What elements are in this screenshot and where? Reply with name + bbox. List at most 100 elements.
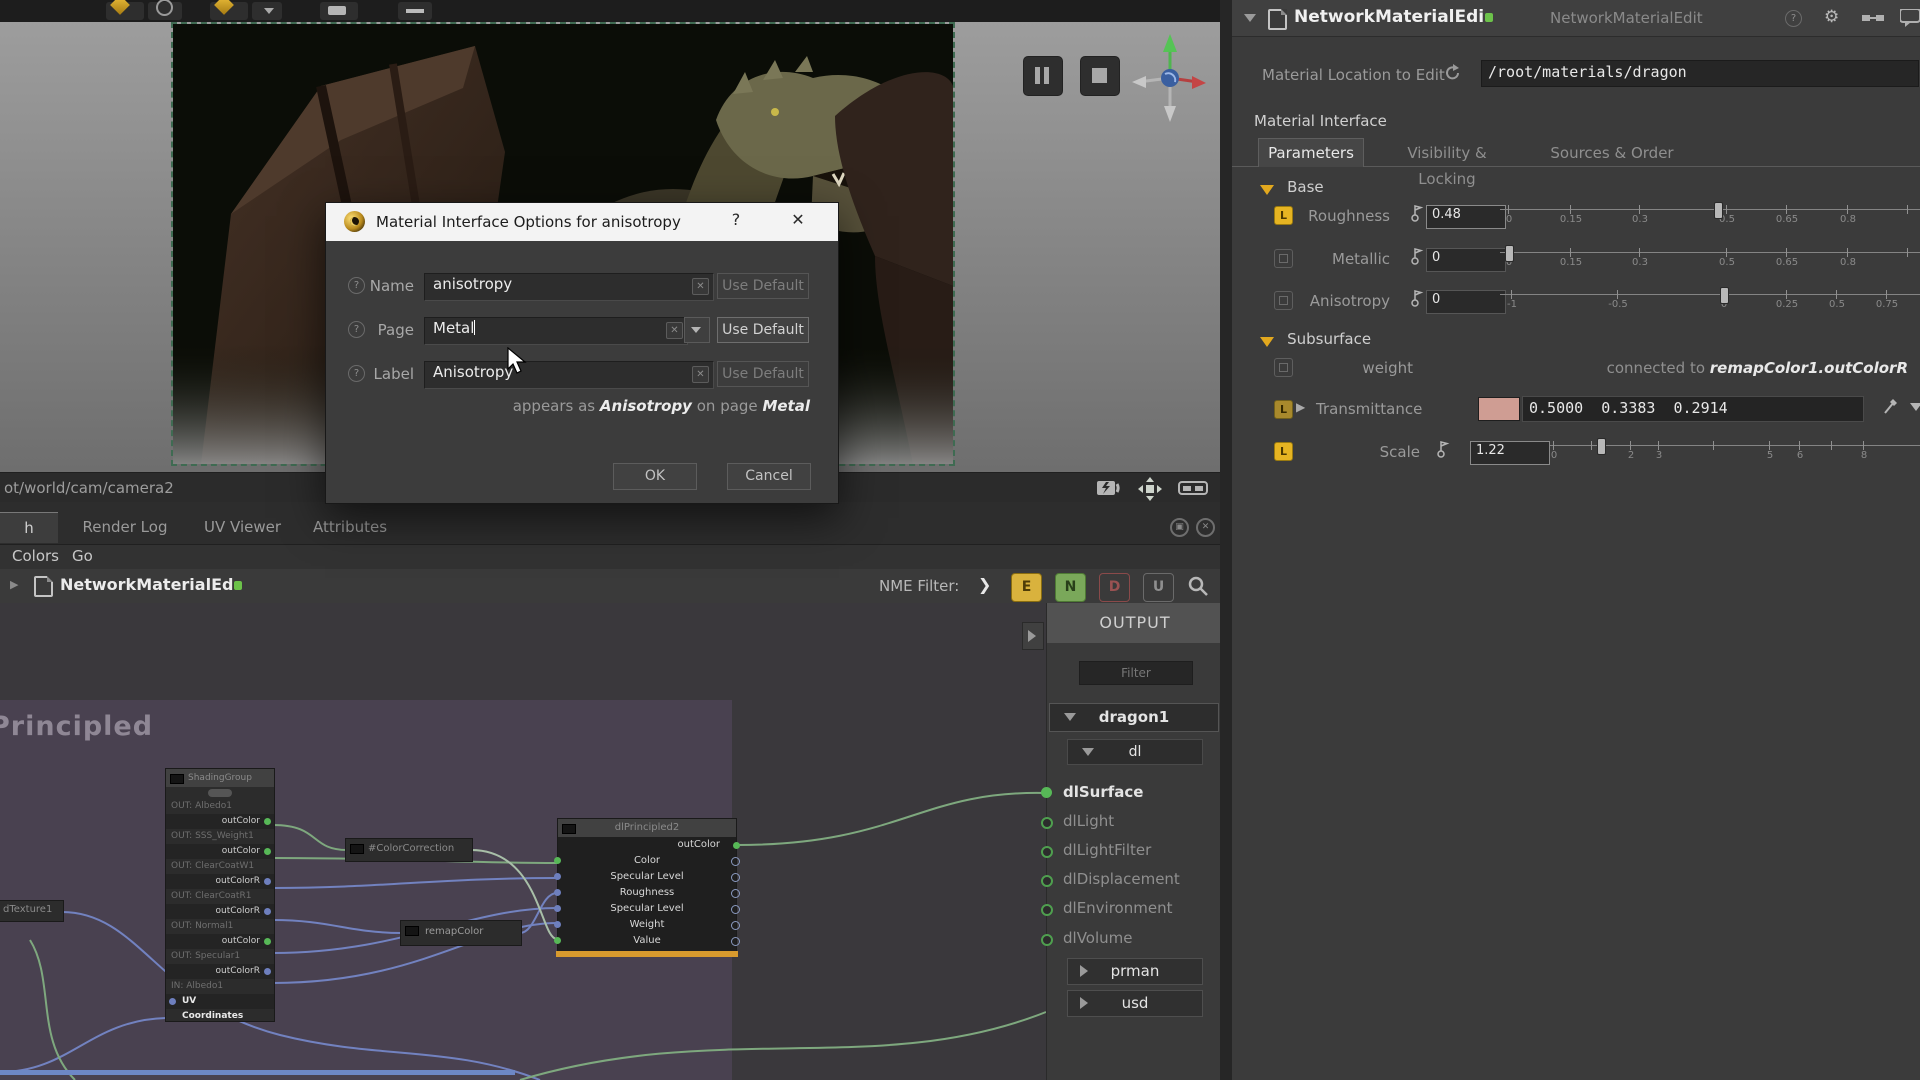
tab-parameters[interactable]: Parameters — [1258, 138, 1364, 167]
chevron-down-icon[interactable] — [1910, 403, 1920, 411]
out-port[interactable]: outColorR — [166, 904, 274, 919]
output-renderer-prman[interactable]: prman — [1067, 958, 1203, 985]
pane-menu-icon[interactable]: ▣ — [1170, 518, 1189, 537]
expand-filter-icon[interactable]: ❯ — [978, 575, 991, 594]
page-use-default-button[interactable]: Use Default — [717, 317, 809, 343]
expand-pill-icon[interactable] — [208, 789, 232, 797]
tab-sources-order[interactable]: Sources & Order — [1549, 140, 1675, 166]
input-port[interactable]: Color — [558, 853, 736, 869]
breadcrumb[interactable]: NetworkMaterialEd — [60, 575, 242, 594]
output-collapse-button[interactable] — [1022, 622, 1044, 650]
out-port[interactable]: outColor — [166, 934, 274, 949]
output-group-dragon1[interactable]: dragon1 — [1049, 703, 1219, 732]
dialog-titlebar[interactable]: Material Interface Options for anisotrop… — [326, 203, 838, 241]
collapse-button[interactable] — [398, 2, 432, 20]
help-icon[interactable]: ? — [348, 277, 365, 294]
port-ring-icon[interactable] — [1041, 934, 1053, 946]
principled-node[interactable]: dlPrincipled2 outColor Color Specular Le… — [557, 818, 737, 952]
output-filter-input[interactable]: Filter — [1079, 661, 1193, 685]
output-port[interactable]: dlEnvironment — [1063, 899, 1172, 917]
keyframe-icon[interactable] — [1410, 288, 1424, 308]
chevron-right-icon[interactable]: ▶ — [1296, 400, 1305, 414]
menu-go[interactable]: Go — [72, 547, 93, 565]
clear-field-icon[interactable]: ✕ — [692, 278, 709, 295]
input-port[interactable]: Roughness — [558, 885, 736, 901]
port-ring-icon[interactable] — [1041, 904, 1053, 916]
pause-render-button[interactable] — [1023, 56, 1063, 96]
clear-field-icon[interactable]: ✕ — [666, 322, 683, 339]
transmittance-values[interactable]: 0.5000 0.3383 0.2914 — [1522, 396, 1864, 422]
roughness-slider[interactable]: 0 0.15 0.3 0.5 0.65 0.8 — [1500, 201, 1920, 229]
slider-handle[interactable] — [1505, 245, 1514, 262]
keyframe-icon[interactable] — [1410, 246, 1424, 266]
ok-button[interactable]: OK — [613, 463, 697, 490]
pan-mode-icon[interactable] — [1138, 477, 1162, 501]
keyframe-icon[interactable] — [1436, 439, 1450, 459]
remap-color-node[interactable]: remapColor — [400, 920, 522, 946]
filter-deleted-button[interactable]: D — [1099, 573, 1130, 602]
texture-node[interactable]: dTexture1 — [0, 900, 64, 922]
scale-value[interactable]: 1.22 — [1470, 441, 1550, 465]
dropdown-button[interactable] — [252, 2, 282, 20]
tab-uv-viewer[interactable]: UV Viewer — [195, 512, 290, 542]
help-icon[interactable]: ? — [348, 365, 365, 382]
pane-close-icon[interactable]: ✕ — [1196, 518, 1215, 537]
chevron-right-icon[interactable]: ▶ — [10, 578, 18, 591]
name-input[interactable]: anisotropy ✕ — [424, 273, 714, 301]
page-input[interactable]: Metal ✕ — [424, 317, 688, 345]
dialog-help-button[interactable]: ? — [724, 210, 748, 229]
render-camera-icon[interactable] — [1096, 478, 1122, 498]
dialog-close-button[interactable]: ✕ — [786, 210, 810, 229]
tab-visibility-locking[interactable]: Visibility & Locking — [1377, 140, 1517, 166]
uv-port[interactable]: UV Coordinates — [166, 994, 274, 1009]
output-renderer-usd[interactable]: usd — [1067, 990, 1203, 1017]
menu-colors[interactable]: Colors — [12, 547, 59, 565]
roughness-value[interactable]: 0.48 — [1426, 205, 1506, 229]
color-correction-node[interactable]: #ColorCorrection — [345, 838, 473, 862]
slider-handle[interactable] — [1720, 287, 1729, 304]
port-dot-icon[interactable] — [1041, 787, 1052, 798]
output-port[interactable]: dlVolume — [1063, 929, 1132, 947]
port-ring-icon[interactable] — [1041, 846, 1053, 858]
tab-attributes[interactable]: Attributes — [305, 512, 395, 542]
input-port[interactable]: Specular Level — [558, 901, 736, 917]
shading-mode-button[interactable] — [210, 2, 248, 20]
section-subsurface[interactable]: Subsurface — [1260, 330, 1371, 351]
out-color-port[interactable]: outColor — [558, 837, 736, 853]
label-input[interactable]: Anisotropy ✕ — [424, 361, 714, 389]
page-dropdown-button[interactable] — [684, 317, 710, 343]
shading-group-node[interactable]: ShadingGroup OUT: Albedo1 outColor OUT: … — [165, 768, 275, 1022]
comment-icon[interactable] — [1900, 9, 1920, 27]
input-port[interactable]: Value — [558, 933, 736, 949]
out-port[interactable]: outColor — [166, 844, 274, 859]
name-use-default-button[interactable]: Use Default — [717, 273, 809, 299]
output-subgroup-dl[interactable]: dl — [1067, 739, 1203, 765]
output-port[interactable]: dlLight — [1063, 812, 1114, 830]
metallic-value[interactable]: 0 — [1426, 248, 1506, 272]
tab-node-graph-partial[interactable]: h — [0, 512, 58, 543]
clear-field-icon[interactable]: ✕ — [692, 366, 709, 383]
state-badge-local[interactable]: L — [1274, 400, 1293, 419]
input-port[interactable]: Weight — [558, 917, 736, 933]
camera-button[interactable] — [320, 2, 358, 20]
tab-render-log[interactable]: Render Log — [70, 512, 180, 542]
label-use-default-button[interactable]: Use Default — [717, 361, 809, 387]
state-badge-local[interactable]: L — [1274, 442, 1293, 461]
port-ring-icon[interactable] — [1041, 875, 1053, 887]
slider-handle[interactable] — [1714, 202, 1723, 219]
eyedropper-icon[interactable] — [1882, 396, 1900, 416]
color-swatch[interactable] — [1478, 397, 1520, 421]
pane-divider[interactable] — [1220, 0, 1232, 1080]
filter-unchanged-button[interactable]: U — [1143, 573, 1174, 602]
keyframe-icon[interactable] — [1410, 203, 1424, 223]
slider-handle[interactable] — [1597, 438, 1606, 455]
refresh-icon[interactable] — [1444, 64, 1462, 82]
filter-edited-button[interactable]: E — [1011, 573, 1042, 602]
cancel-button[interactable]: Cancel — [727, 463, 811, 490]
gear-icon[interactable]: ⚙ — [1824, 7, 1839, 27]
port-ring-icon[interactable] — [1041, 817, 1053, 829]
state-badge-default[interactable] — [1274, 358, 1293, 377]
material-location-input[interactable]: /root/materials/dragon — [1481, 60, 1919, 87]
out-port[interactable]: outColorR — [166, 964, 274, 979]
chevron-down-icon[interactable] — [1244, 14, 1256, 22]
